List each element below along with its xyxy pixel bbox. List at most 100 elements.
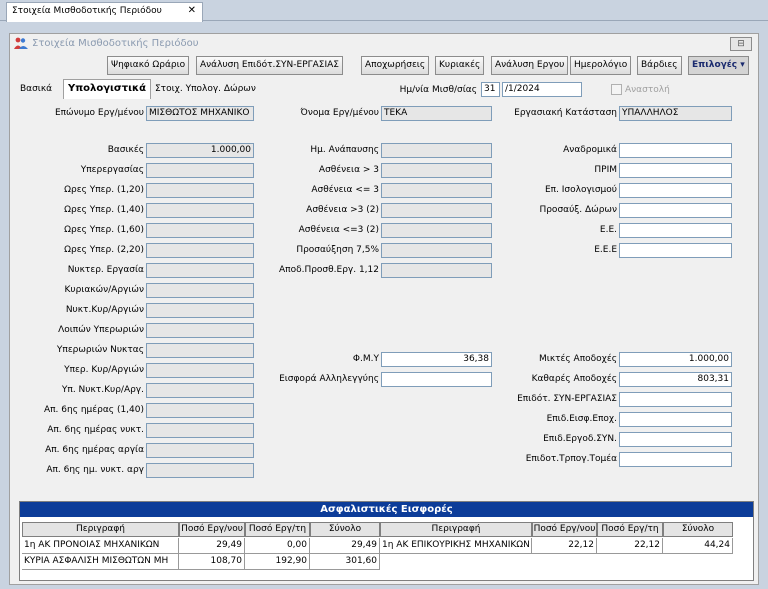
sundays-holidays-label: Κυριακών/Αργιών <box>64 285 144 295</box>
suspend-checkbox[interactable] <box>611 84 622 95</box>
food-sector-subsidy-label: Επιδοτ.Τρπογ.Τομέα <box>525 454 617 464</box>
ins-right-desc-1[interactable]: 1η ΑΚ ΕΠΙΚΟΥΡΙΚΗΣ ΜΗΧΑΝΙΚΩΝ <box>380 538 532 554</box>
payroll-date-field[interactable]: /1/2024 <box>502 82 582 97</box>
ins-left-emp-1[interactable]: 29,49 <box>179 538 245 554</box>
tax-field[interactable]: 36,38 <box>381 352 492 367</box>
additional-work-field[interactable] <box>381 263 492 278</box>
close-icon[interactable]: ✕ <box>188 5 196 16</box>
col-header-description[interactable]: Περιγραφή <box>22 522 179 537</box>
options-menu-button[interactable]: Επιλογές ▾ <box>688 56 749 75</box>
minimize-button[interactable]: ⊟ <box>730 37 752 51</box>
additional-work-label: Αποδ.Προσθ.Εργ. 1,12 <box>279 265 379 275</box>
document-tabstrip: Στοιχεία Μισθοδοτικής Περιόδου ✕ <box>0 0 768 22</box>
ins-right-total-1[interactable]: 44,24 <box>663 538 733 554</box>
calendar-button[interactable]: Ημερολόγιο <box>570 56 632 75</box>
work-status-label: Εργασιακή Κατάσταση <box>514 108 617 118</box>
night-overtime-field[interactable] <box>146 343 254 358</box>
tab-basic[interactable]: Βασικά <box>16 81 56 99</box>
ins-left-desc-2[interactable]: ΚΥΡΙΑ ΑΣΦΑΛΙΣΗ ΜΙΣΘΩΤΩΝ ΜΗ <box>22 554 179 570</box>
solidarity-field[interactable] <box>381 372 492 387</box>
work-status-field[interactable]: ΥΠΑΛΛΗΛΟΣ <box>619 106 732 121</box>
increase-75-field[interactable] <box>381 243 492 258</box>
cooperation-subsidy-label: Επιδότ. ΣΥΝ-ΕΡΓΑΣΙΑΣ <box>517 394 617 404</box>
retroactive-field[interactable] <box>619 143 732 158</box>
window-title: Στοιχεία Μισθοδοτικής Περιόδου <box>32 38 199 49</box>
name-field[interactable]: ΤΕΚΑ <box>381 106 492 121</box>
sixth-day-140-field[interactable] <box>146 403 254 418</box>
ins-left-emp-2[interactable]: 108,70 <box>179 554 245 570</box>
basic-field[interactable]: 1.000,00 <box>146 143 254 158</box>
sickness-gt3-label: Ασθένεια > 3 <box>318 165 379 175</box>
tab-calculations[interactable]: Υπολογιστικά <box>63 79 151 100</box>
overtime-120-label: Ωρες Υπερ. (1,20) <box>64 185 144 195</box>
eee-label: Ε.Ε.Ε <box>594 245 617 255</box>
sixth-day-night-field[interactable] <box>146 423 254 438</box>
gift-increase-field[interactable] <box>619 203 732 218</box>
payroll-day-field[interactable]: 31 <box>481 82 500 97</box>
ins-left-total-1[interactable]: 29,49 <box>310 538 380 554</box>
eee-field[interactable] <box>619 243 732 258</box>
overtime-120-field[interactable] <box>146 183 254 198</box>
night-overtime-sundays-field[interactable] <box>146 383 254 398</box>
rest-day-field[interactable] <box>381 143 492 158</box>
digital-schedule-button[interactable]: Ψηφιακό Ωράριο <box>107 56 190 75</box>
gross-earnings-field[interactable]: 1.000,00 <box>619 352 732 367</box>
ee-label: Ε.Ε. <box>599 225 617 235</box>
ins-right-emp-1[interactable]: 22,12 <box>532 538 597 554</box>
sundays-holidays-field[interactable] <box>146 283 254 298</box>
net-earnings-label: Καθαρές Αποδοχές <box>531 374 617 384</box>
shifts-button[interactable]: Βάρδιες <box>637 56 682 75</box>
sixth-day-holiday-field[interactable] <box>146 443 254 458</box>
sickness-le3-2-field[interactable] <box>381 223 492 238</box>
sundays-button[interactable]: Κυριακές <box>435 56 485 75</box>
ins-right-er-1[interactable]: 22,12 <box>597 538 663 554</box>
cooperation-subsidy-button[interactable]: Ανάλυση Επιδότ.ΣΥΝ-ΕΡΓΑΣΙΑΣ <box>196 56 343 75</box>
overtime-160-field[interactable] <box>146 223 254 238</box>
tab-bonus-calculations[interactable]: Στοιχ. Υπολογ. Δώρων <box>151 81 260 99</box>
cooperation-subsidy-field[interactable] <box>619 392 732 407</box>
sickness-le3-field[interactable] <box>381 183 492 198</box>
overtime-sundays-field[interactable] <box>146 363 254 378</box>
col-header-employee-amount[interactable]: Ποσό Εργ/νου <box>179 522 245 537</box>
ee-field[interactable] <box>619 223 732 238</box>
employer-subsidy-label: Επιδ.Εργοδ.ΣΥΝ. <box>543 434 617 444</box>
window-titlebar: Στοιχεία Μισθοδοτικής Περιόδου ⊟ <box>10 34 758 54</box>
col-header-employer-amount-2[interactable]: Ποσό Εργ/τη <box>597 522 663 537</box>
app-icon <box>14 37 28 49</box>
other-overtime-field[interactable] <box>146 323 254 338</box>
overtime-220-field[interactable] <box>146 243 254 258</box>
work-analysis-button[interactable]: Ανάλυση Εργου <box>491 56 569 75</box>
col-header-description-2[interactable]: Περιγραφή <box>380 522 532 537</box>
increase-75-label: Προσαύξηση 7,5% <box>296 245 379 255</box>
sickness-gt3-2-label: Ασθένεια >3 (2) <box>306 205 379 215</box>
sickness-gt3-field[interactable] <box>381 163 492 178</box>
ins-left-er-1[interactable]: 0,00 <box>245 538 310 554</box>
night-work-field[interactable] <box>146 263 254 278</box>
overwork-field[interactable] <box>146 163 254 178</box>
document-tab[interactable]: Στοιχεία Μισθοδοτικής Περιόδου ✕ <box>6 2 203 22</box>
night-sundays-field[interactable] <box>146 303 254 318</box>
col-header-total-2[interactable]: Σύνολο <box>663 522 733 537</box>
insurance-title: Ασφαλιστικές Εισφορές <box>20 502 753 517</box>
balance-bonus-label: Επ. Ισολογισμού <box>544 185 617 195</box>
balance-bonus-field[interactable] <box>619 183 732 198</box>
sixth-day-night-holiday-field[interactable] <box>146 463 254 478</box>
ins-left-total-2[interactable]: 301,60 <box>310 554 380 570</box>
ins-left-er-2[interactable]: 192,90 <box>245 554 310 570</box>
surname-field[interactable]: ΜΙΣΘΩΤΟΣ ΜΗΧΑΝΙΚΟ <box>146 106 254 121</box>
overtime-140-field[interactable] <box>146 203 254 218</box>
ins-left-desc-1[interactable]: 1η ΑΚ ΠΡΟΝΟΙΑΣ ΜΗΧΑΝΙΚΩΝ <box>22 538 179 554</box>
gross-earnings-label: Μικτές Αποδοχές <box>539 354 617 364</box>
net-earnings-field[interactable]: 803,31 <box>619 372 732 387</box>
food-sector-subsidy-field[interactable] <box>619 452 732 467</box>
departures-button[interactable]: Αποχωρήσεις <box>361 56 430 75</box>
col-header-employee-amount-2[interactable]: Ποσό Εργ/νου <box>532 522 597 537</box>
col-header-employer-amount[interactable]: Ποσό Εργ/τη <box>245 522 310 537</box>
surname-label: Επώνυμο Εργ/μένου <box>54 108 144 118</box>
employer-subsidy-field[interactable] <box>619 432 732 447</box>
seasonal-subsidy-field[interactable] <box>619 412 732 427</box>
col-header-total[interactable]: Σύνολο <box>310 522 380 537</box>
overtime-140-label: Ωρες Υπερ. (1,40) <box>64 205 144 215</box>
sickness-gt3-2-field[interactable] <box>381 203 492 218</box>
premium-field[interactable] <box>619 163 732 178</box>
